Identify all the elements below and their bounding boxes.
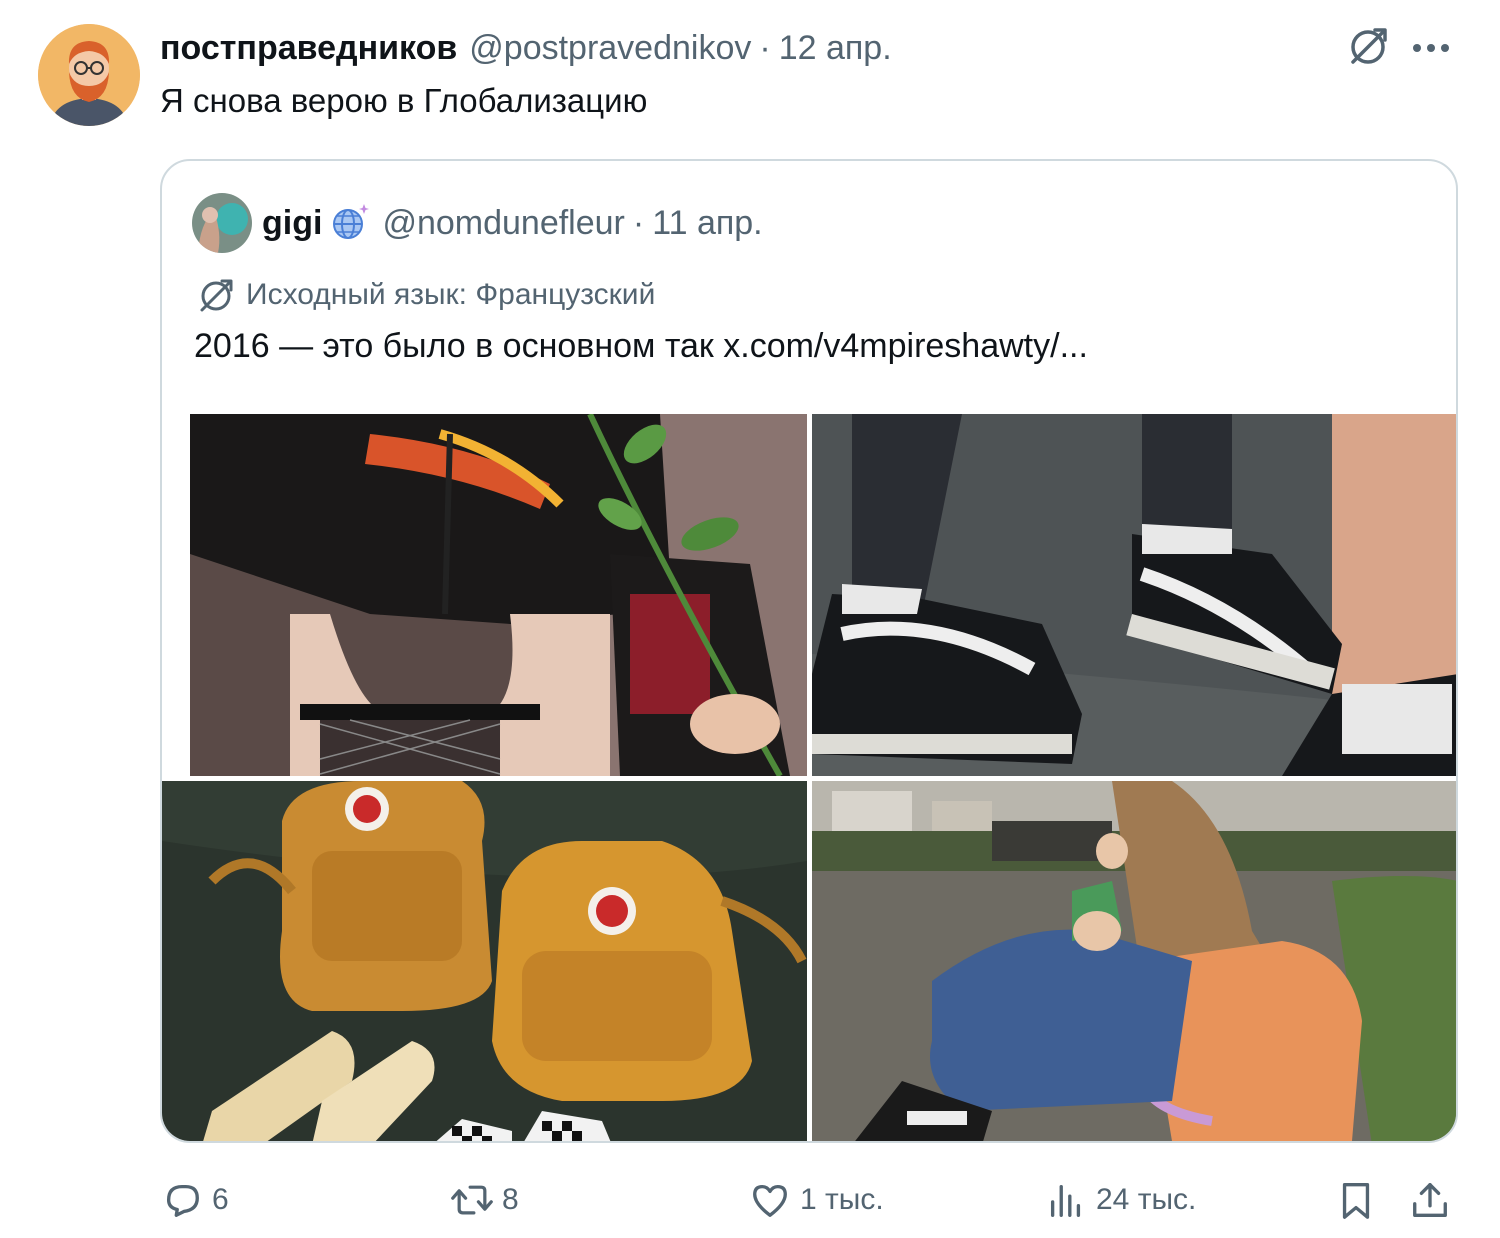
quoted-header-separator: · — [632, 203, 645, 242]
more-dots-icon — [1413, 44, 1449, 52]
views-button[interactable]: 24 тыс. — [1044, 1170, 1196, 1230]
repost-icon — [450, 1178, 494, 1222]
quoted-handle[interactable]: @nomdunefleur — [382, 204, 624, 243]
post-text: Я снова верою в Глобализацию — [160, 82, 648, 119]
author-display-name[interactable]: постправедников — [160, 29, 457, 68]
post-header: постправедников @postpravednikov · 12 ап… — [160, 28, 892, 68]
heart-icon — [748, 1178, 792, 1222]
bookmark-icon — [1334, 1178, 1378, 1222]
globe-sparkle-icon — [328, 202, 370, 244]
quoted-post-header: gigi @nomdunefleur · 11 апр. — [192, 193, 763, 253]
media-grid — [162, 414, 1456, 1141]
more-button[interactable] — [1408, 26, 1454, 70]
like-button[interactable]: 1 тыс. — [748, 1170, 884, 1230]
translate-icon — [1351, 28, 1387, 64]
translate-small-icon — [194, 275, 238, 315]
reply-count: 6 — [212, 1183, 229, 1216]
quoted-avatar-image — [192, 193, 252, 253]
bearded-man-avatar-icon — [38, 24, 140, 126]
quoted-post-text: 2016 — это было в основном так x.com/v4m… — [194, 327, 1088, 365]
repost-button[interactable]: 8 — [450, 1170, 519, 1230]
post-date[interactable]: 12 апр. — [779, 29, 892, 68]
quoted-date[interactable]: 11 апр. — [652, 204, 762, 243]
views-chart-icon — [1044, 1178, 1088, 1222]
views-count: 24 тыс. — [1096, 1183, 1197, 1216]
photo-vans-old-skool-sneakers[interactable] — [812, 414, 1456, 776]
reply-button[interactable]: 6 — [160, 1170, 229, 1230]
quoted-author-avatar[interactable] — [192, 193, 252, 253]
author-avatar[interactable] — [38, 24, 140, 126]
photo-girl-sitting-on-court[interactable] — [812, 781, 1456, 1141]
translated-from-label: Исходный язык: Французский — [194, 273, 655, 317]
like-count: 1 тыс. — [800, 1183, 884, 1216]
photo-yellow-kanken-backpacks[interactable] — [162, 781, 807, 1141]
share-button[interactable] — [1408, 1170, 1460, 1230]
repost-count: 8 — [502, 1183, 519, 1216]
action-bar: 6 8 1 тыс. 24 тыс. — [160, 1170, 1460, 1230]
quoted-display-name[interactable]: gigi — [262, 204, 322, 243]
translated-from-text: Исходный язык: Французский — [246, 278, 656, 311]
quoted-post[interactable]: gigi @nomdunefleur · 11 апр. Исходный яз… — [160, 159, 1458, 1143]
author-handle[interactable]: @postpravednikov — [469, 29, 751, 68]
bookmark-button[interactable] — [1334, 1170, 1386, 1230]
share-icon — [1408, 1178, 1452, 1222]
translate-button[interactable] — [1340, 22, 1396, 72]
header-separator: · — [759, 28, 771, 67]
photo-thrasher-shirt-with-rose[interactable] — [190, 414, 807, 776]
reply-icon — [160, 1178, 204, 1222]
